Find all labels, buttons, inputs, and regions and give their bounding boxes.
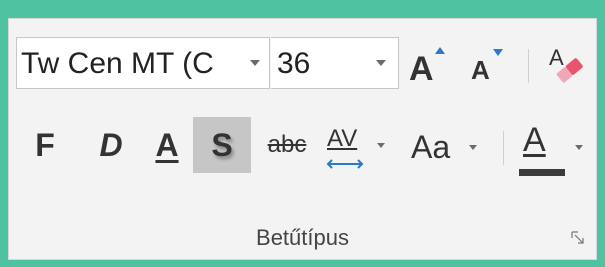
dialog-launcher-icon [571, 231, 584, 244]
group-title: Betűtípus [256, 225, 349, 250]
grow-arrow-icon [435, 47, 445, 54]
font-color-dropdown-icon[interactable] [575, 145, 583, 150]
character-spacing-label: AV [327, 125, 358, 152]
shadow-button[interactable]: S [193, 117, 251, 173]
dialog-launcher-button[interactable] [571, 231, 585, 245]
grow-font-button[interactable]: A [405, 39, 449, 89]
font-size-combobox[interactable]: 36 [271, 37, 399, 89]
clear-formatting-button[interactable]: A [545, 41, 587, 87]
font-color-swatch [519, 169, 565, 176]
font-color-button[interactable]: A [513, 119, 593, 179]
font-size-value[interactable]: 36 [277, 47, 310, 81]
font-name-dropdown-icon[interactable] [250, 60, 260, 66]
italic-button[interactable]: D [89, 117, 133, 173]
shrink-arrow-icon [493, 49, 503, 56]
spacing-arrow-icon [326, 159, 364, 169]
strikethrough-button[interactable]: abc [259, 117, 315, 173]
clear-formatting-icon: A [549, 45, 583, 83]
shrink-font-button[interactable]: A [467, 39, 511, 89]
font-name-value[interactable]: Tw Cen MT (C [21, 47, 239, 81]
svg-text:A: A [549, 45, 564, 70]
change-case-button[interactable]: Aa [409, 119, 499, 175]
font-group-panel: Tw Cen MT (C 36 A A A F D A S abc AV Aa … [8, 18, 597, 260]
shrink-font-icon: A [471, 55, 490, 85]
font-name-combobox[interactable]: Tw Cen MT (C [16, 37, 270, 89]
underline-button[interactable]: A [145, 117, 189, 173]
font-size-dropdown-icon[interactable] [376, 60, 386, 66]
bold-button[interactable]: F [23, 117, 67, 173]
spacing-dropdown-icon[interactable] [377, 143, 385, 148]
grow-font-icon: A [409, 50, 434, 88]
separator [528, 49, 529, 83]
font-color-icon: A [523, 121, 546, 159]
character-spacing-button[interactable]: AV [321, 119, 401, 175]
underline-label: A [155, 127, 179, 163]
change-case-dropdown-icon[interactable] [469, 145, 477, 150]
separator [503, 131, 504, 165]
change-case-label: Aa [411, 129, 451, 165]
